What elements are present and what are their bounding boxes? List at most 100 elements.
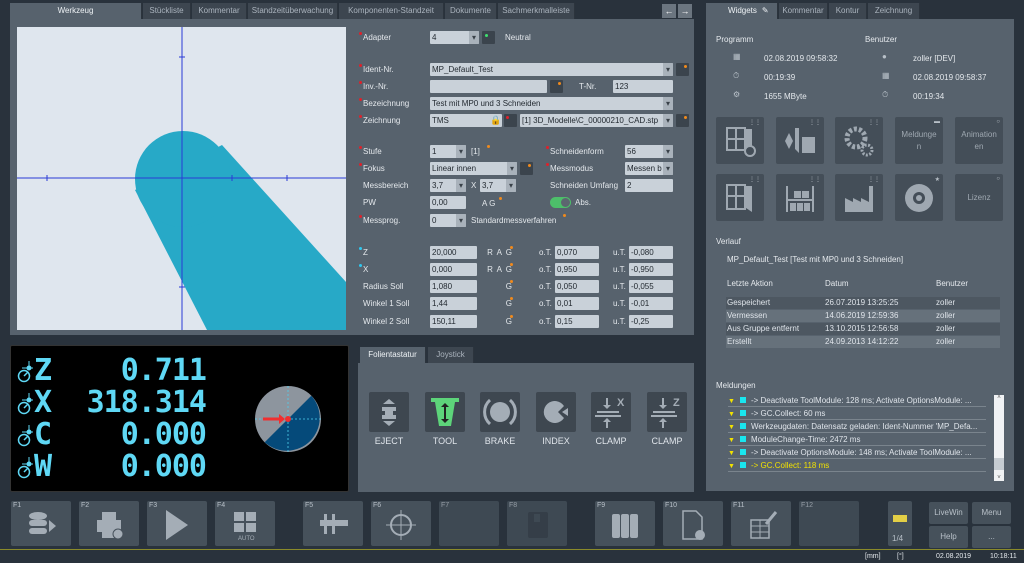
inv-input[interactable] — [430, 80, 547, 93]
tol-row-ut[interactable]: -0,055 — [629, 280, 673, 293]
ident-flag[interactable] — [676, 63, 689, 76]
tab-scroll-right[interactable]: → — [678, 4, 692, 18]
function-key-f10[interactable]: F10 — [663, 501, 723, 546]
tile-lizenz[interactable]: ○ Lizenz — [955, 174, 1003, 221]
function-key-f1[interactable]: F1 — [11, 501, 71, 546]
verlauf-label: Verlauf — [716, 237, 741, 246]
tile-tool-store[interactable]: ⋮⋮ — [776, 117, 824, 164]
stopwatch-icon: ⏱ — [733, 71, 740, 80]
tab-standzeit[interactable]: Standzeitüberwachung — [248, 3, 338, 19]
tol-row-value[interactable]: 150,11 — [430, 315, 477, 328]
tab-folientastatur[interactable]: Folientastatur — [360, 347, 426, 363]
pencil-icon[interactable]: ✎ — [762, 6, 769, 15]
tab-dokumente[interactable]: Dokumente — [445, 3, 497, 19]
function-key-f4[interactable]: F4 AUTO — [215, 501, 275, 546]
tol-row-value[interactable]: 1,080 — [430, 280, 477, 293]
ident-select[interactable]: MP_Default_Test — [430, 63, 673, 76]
function-key-f8[interactable]: F8 — [507, 501, 567, 546]
tab-zeichnung[interactable]: Zeichnung — [868, 3, 920, 19]
tile-factory[interactable]: ⋮⋮ — [835, 174, 883, 221]
tab-kontur[interactable]: Kontur — [829, 3, 867, 19]
messprog-select[interactable]: 0 — [430, 214, 466, 227]
tab-sachmerkmal[interactable]: Sachmerkmalleiste — [498, 3, 575, 19]
zeichnung-file-flag[interactable] — [676, 114, 689, 127]
meldungen-scrollbar[interactable]: ˄ ˅ — [994, 395, 1004, 481]
tol-row-ut[interactable]: -0,950 — [629, 263, 673, 276]
meldung-item[interactable]: ▼ -> Deactivate ToolModule: 128 ms; Activ… — [728, 395, 986, 407]
verlauf-row[interactable]: Erstellt 24.09.2013 14:12:22 zoller — [726, 336, 1000, 348]
messbereich-select-2[interactable]: 3,7 — [480, 179, 516, 192]
schneidenform-select[interactable]: 56 — [625, 145, 673, 158]
zeichnung-file-select[interactable]: [1] 3D_Modelle\C_00000210_CAD.stp — [520, 114, 673, 127]
adapter-select[interactable]: 4 — [430, 31, 479, 44]
meldung-item[interactable]: ▼ -> GC.Collect: 60 ms — [728, 408, 986, 420]
tile-storage[interactable]: ⋮⋮ — [776, 174, 824, 221]
verlauf-row[interactable]: Vermessen 14.06.2019 12:59:36 zoller — [726, 310, 1000, 322]
function-key-f11[interactable]: F11 — [731, 501, 791, 546]
tool-contour-canvas[interactable] — [17, 27, 346, 330]
abs-toggle[interactable] — [550, 197, 571, 208]
tol-row-ot[interactable]: 0,01 — [555, 297, 599, 310]
tol-row-value[interactable]: 0,000 — [430, 263, 477, 276]
tol-row-ut[interactable]: -0,080 — [629, 246, 673, 259]
verlauf-row[interactable]: Aus Gruppe entfernt 13.10.2015 12:56:58 … — [726, 323, 1000, 335]
function-key-f7[interactable]: F7 — [439, 501, 499, 546]
tol-row-ot[interactable]: 0,050 — [555, 280, 599, 293]
adapter-status-icon[interactable] — [482, 31, 495, 44]
more-button[interactable]: ... — [972, 526, 1011, 548]
menu-button[interactable]: Menu — [972, 502, 1011, 524]
tol-row-ot[interactable]: 0,15 — [555, 315, 599, 328]
brake-button[interactable] — [480, 392, 520, 432]
pw-input[interactable]: 0,00 — [430, 196, 466, 209]
stufe-select[interactable]: 1 — [430, 145, 466, 158]
tab-werkzeug[interactable]: Werkzeug messen/einstellen/verwalten — [10, 3, 142, 31]
zeichnung-flag[interactable] — [504, 114, 517, 127]
tol-row-ut[interactable]: -0,01 — [629, 297, 673, 310]
tol-row-value[interactable]: 20,000 — [430, 246, 477, 259]
function-key-f9[interactable]: F9 — [595, 501, 655, 546]
tool-button[interactable] — [425, 392, 465, 432]
tol-row-ot[interactable]: 0,950 — [555, 263, 599, 276]
meldung-item[interactable]: ▼ Werkzeugdaten: Datensatz geladen: Ident… — [728, 421, 986, 433]
tile-tool-measure[interactable]: ⋮⋮ — [716, 117, 764, 164]
function-key-f6[interactable]: F6 — [371, 501, 431, 546]
function-key-f5[interactable]: F5 — [303, 501, 363, 546]
tol-row-value[interactable]: 1,44 — [430, 297, 477, 310]
tol-row-ut[interactable]: -0,25 — [629, 315, 673, 328]
page-indicator[interactable]: 1/4 — [888, 501, 912, 546]
livewin-button[interactable]: LiveWin — [929, 502, 968, 524]
tab-widgets[interactable]: Widgets ✎ — [706, 3, 778, 19]
function-key-f3[interactable]: F3 — [147, 501, 207, 546]
tab-right-kommentar[interactable]: Kommentar — [779, 3, 828, 19]
help-button[interactable]: Help — [929, 526, 968, 548]
tile-settings[interactable]: ⋮⋮ — [835, 117, 883, 164]
meldung-item[interactable]: ▼ -> Deactivate OptionsModule: 148 ms; Ac… — [728, 447, 986, 459]
eject-button[interactable] — [369, 392, 409, 432]
tab-scroll-left[interactable]: ← — [662, 4, 676, 18]
bezeichnung-select[interactable]: Test mit MP0 und 3 Schneiden — [430, 97, 673, 110]
index-button[interactable] — [536, 392, 576, 432]
schneiden-umfang-input[interactable]: 2 — [625, 179, 673, 192]
tile-components[interactable]: ★ — [895, 174, 943, 221]
function-key-f2[interactable]: F2 — [79, 501, 139, 546]
tnr-input[interactable]: 123 — [613, 80, 673, 93]
tab-kommentar[interactable]: Kommentar — [192, 3, 247, 19]
function-key-f12[interactable]: F12 — [799, 501, 859, 546]
tile-animationen[interactable]: ○ Animation en — [955, 117, 1003, 164]
tab-komponenten[interactable]: Komponenten-Standzeit — [339, 3, 444, 19]
messbereich-select-1[interactable]: 3,7 — [430, 179, 466, 192]
tile-meldungen[interactable]: ▬ Meldunge n — [895, 117, 943, 164]
meldung-item[interactable]: ▼ ModuleChange-Time: 2472 ms — [728, 434, 986, 446]
fokus-flag[interactable] — [520, 162, 533, 175]
meldung-item[interactable]: ▼ -> GC.Collect: 118 ms — [728, 460, 986, 472]
verlauf-row[interactable]: Gespeichert 26.07.2019 13:25:25 zoller — [726, 297, 1000, 309]
tol-row-ot[interactable]: 0,070 — [555, 246, 599, 259]
messmodus-select[interactable]: Messen b — [625, 162, 673, 175]
clamp-x-button[interactable]: X — [591, 392, 631, 432]
tab-stueckliste[interactable]: Stückliste — [143, 3, 191, 19]
tile-tool-data[interactable]: ⋮⋮ — [716, 174, 764, 221]
tab-joystick[interactable]: Joystick — [428, 347, 474, 363]
fokus-select[interactable]: Linear innen — [430, 162, 517, 175]
clamp-z-button[interactable]: Z — [647, 392, 687, 432]
inv-flag[interactable] — [550, 80, 563, 93]
